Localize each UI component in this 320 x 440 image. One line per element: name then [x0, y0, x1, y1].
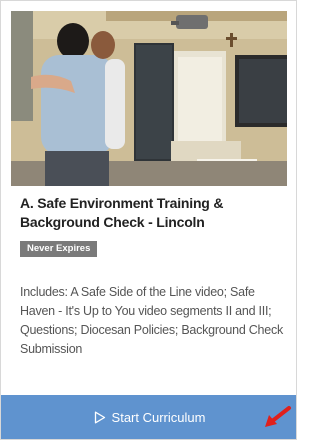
- red-arrow-icon: [262, 405, 292, 431]
- play-outline-icon: [94, 411, 106, 424]
- course-card: A. Safe Environment Training & Backgroun…: [0, 0, 297, 440]
- course-title[interactable]: A. Safe Environment Training & Backgroun…: [20, 194, 282, 232]
- start-curriculum-label: Start Curriculum: [111, 409, 206, 425]
- expiration-badge: Never Expires: [20, 241, 98, 257]
- photo-icon: [11, 11, 287, 186]
- course-thumbnail-image[interactable]: [11, 11, 287, 186]
- start-curriculum-button[interactable]: Start Curriculum: [1, 395, 296, 439]
- course-description: Includes: A Safe Side of the Line video;…: [20, 285, 283, 356]
